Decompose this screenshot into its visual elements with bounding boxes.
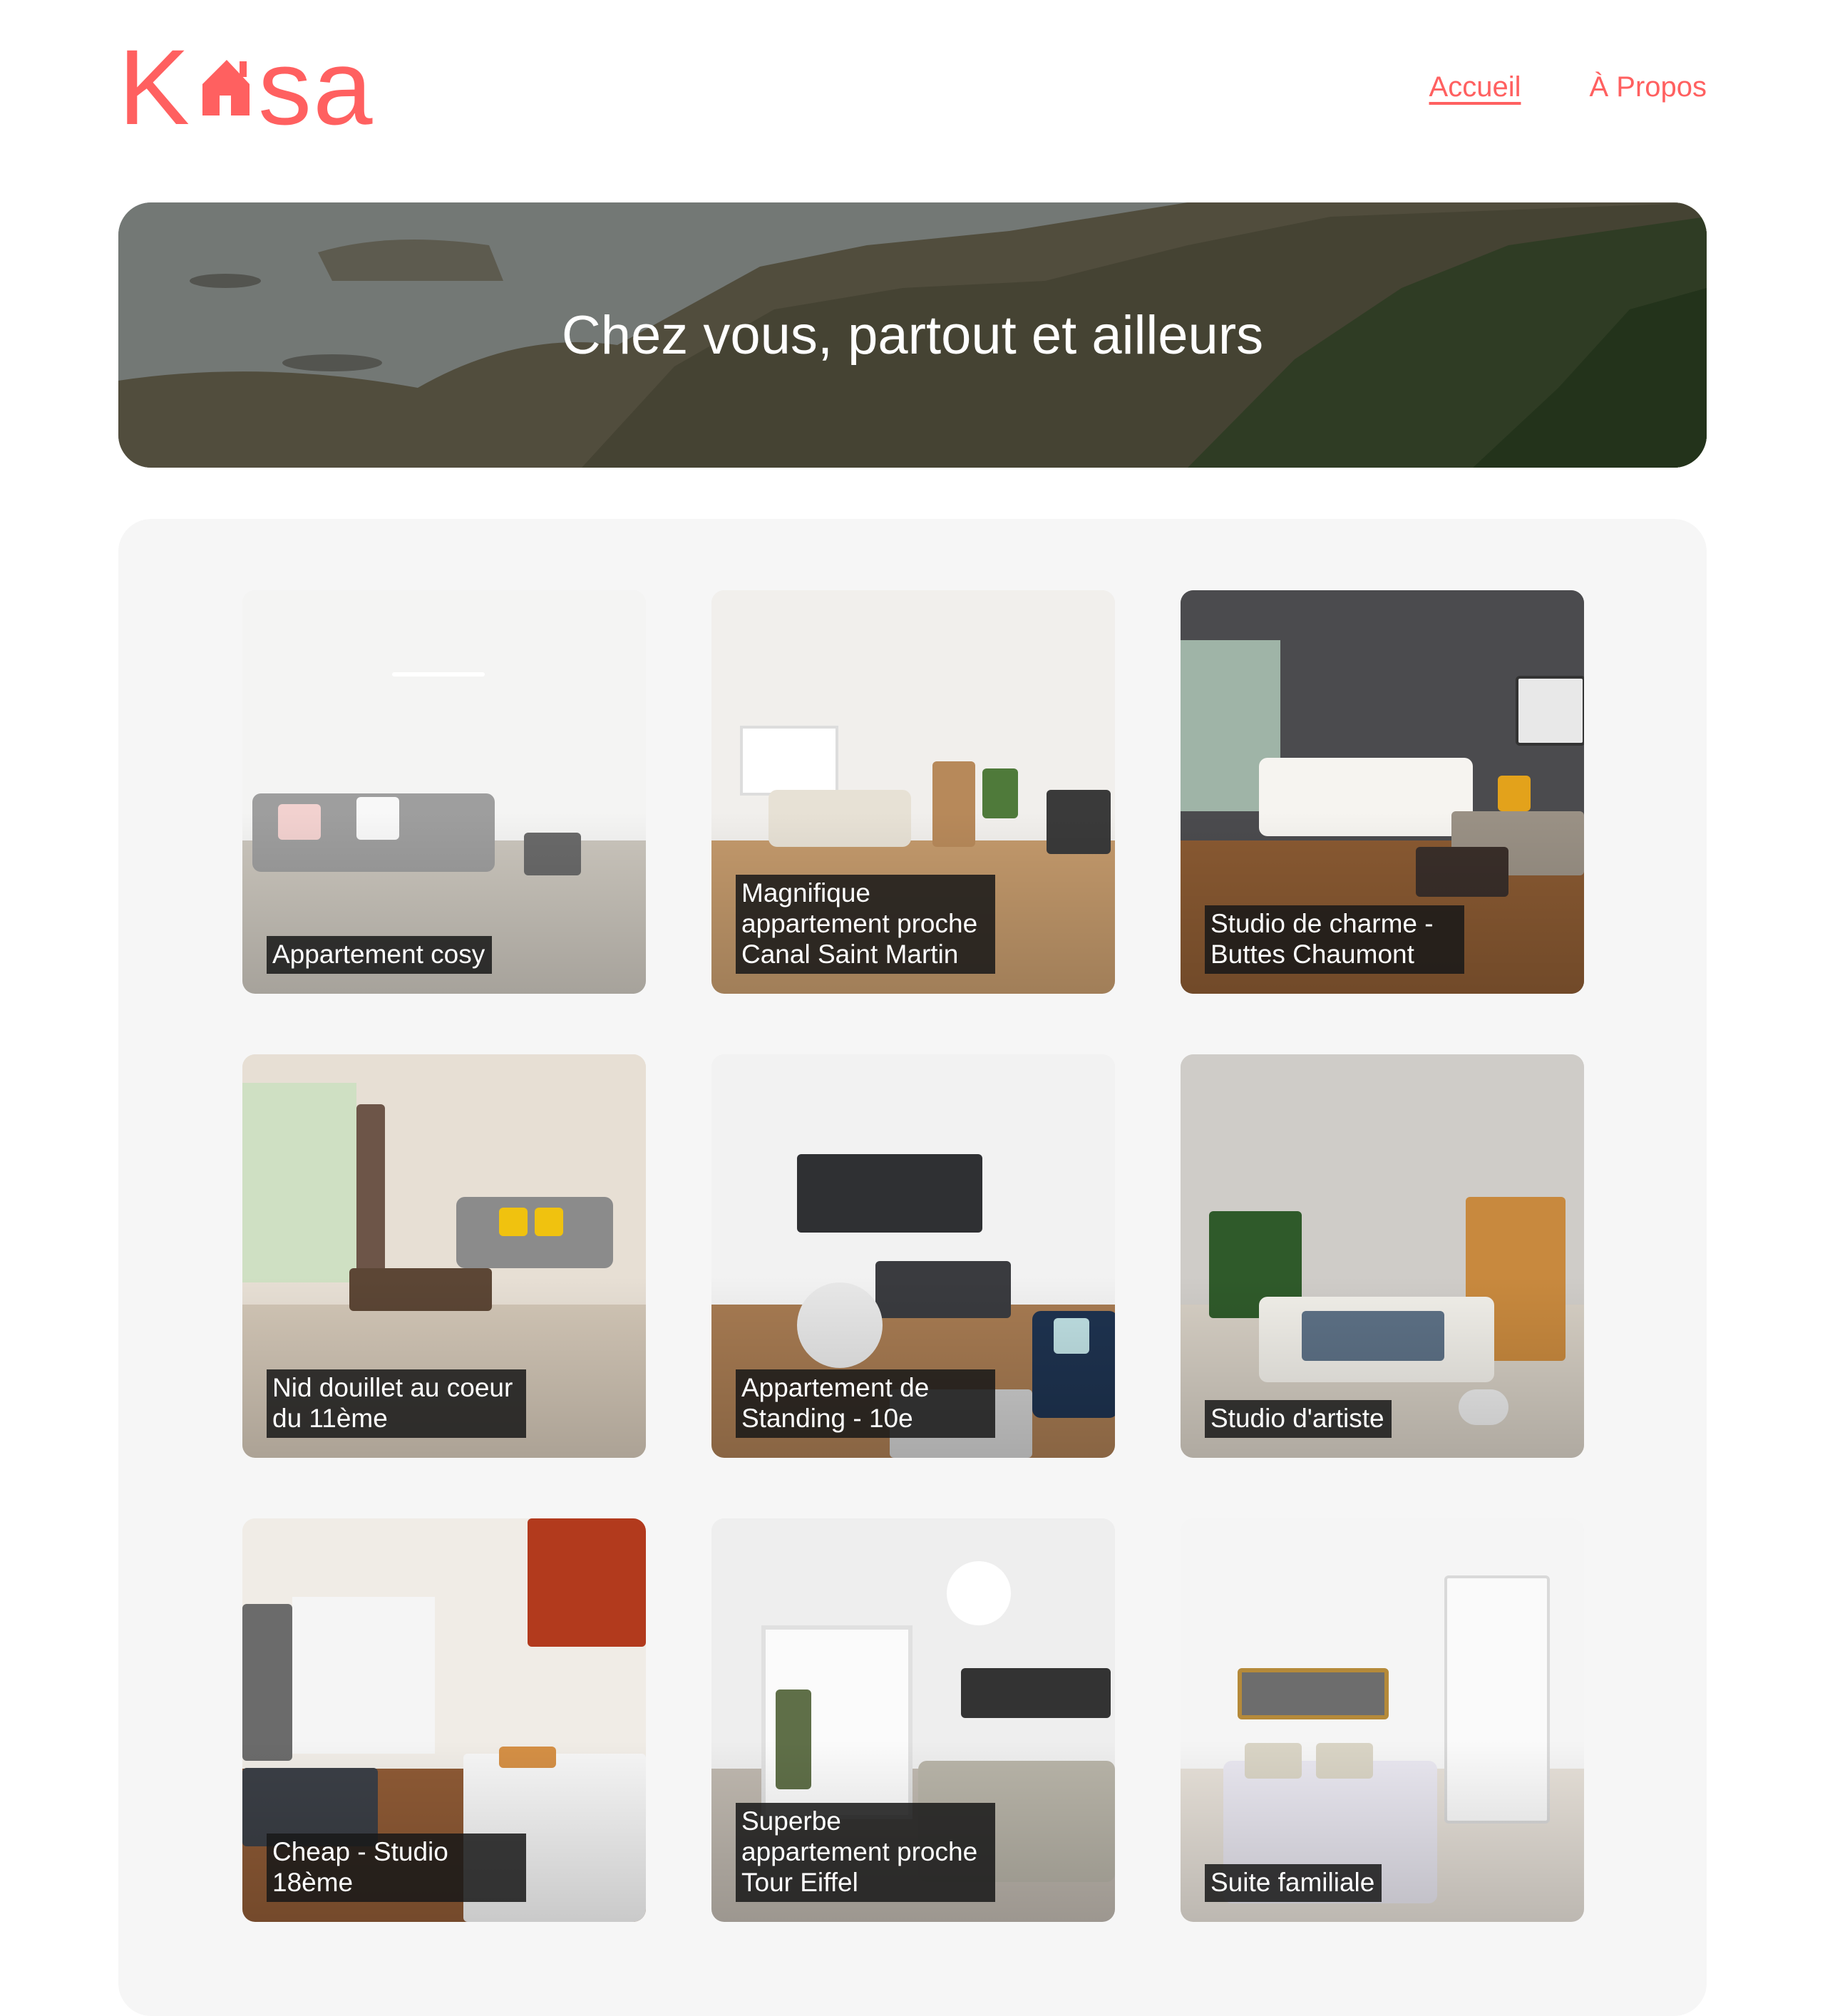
banner-title: Chez vous, partout et ailleurs xyxy=(561,304,1264,366)
card-cheap-studio[interactable]: Cheap - Studio 18ème xyxy=(242,1518,646,1922)
card-appartement-cosy[interactable]: Appartement cosy xyxy=(242,590,646,994)
card-title: Superbe appartement proche Tour Eiffel xyxy=(736,1803,995,1902)
card-tour-eiffel[interactable]: Superbe appartement proche Tour Eiffel xyxy=(711,1518,1115,1922)
hero-banner: Chez vous, partout et ailleurs xyxy=(118,202,1707,468)
card-photo xyxy=(1181,1054,1584,1458)
card-buttes-chaumont[interactable]: Studio de charme - Buttes Chaumont xyxy=(1181,590,1584,994)
logo-letters-sa: sa xyxy=(258,27,374,147)
card-title: Appartement de Standing - 10e xyxy=(736,1369,995,1438)
house-icon xyxy=(202,60,250,115)
card-standing-10e[interactable]: Appartement de Standing - 10e xyxy=(711,1054,1115,1458)
card-suite-familiale[interactable]: Suite familiale xyxy=(1181,1518,1584,1922)
card-nid-douillet[interactable]: Nid douillet au coeur du 11ème xyxy=(242,1054,646,1458)
nav-link-accueil[interactable]: Accueil xyxy=(1429,71,1521,103)
nav-link-a-propos[interactable]: À Propos xyxy=(1589,71,1707,103)
card-title: Cheap - Studio 18ème xyxy=(267,1834,526,1902)
card-title: Magnifique appartement proche Canal Sain… xyxy=(736,875,995,974)
main-nav: Accueil À Propos xyxy=(1429,71,1707,103)
card-title: Suite familiale xyxy=(1205,1864,1382,1902)
card-photo xyxy=(242,590,646,994)
gallery: Appartement cosy Magnifique appartement … xyxy=(118,519,1707,2016)
card-title: Nid douillet au coeur du 11ème xyxy=(267,1369,526,1438)
card-title: Studio d'artiste xyxy=(1205,1400,1392,1438)
kasa-logo[interactable]: K sa xyxy=(118,27,374,147)
card-title: Studio de charme - Buttes Chaumont xyxy=(1205,905,1464,974)
card-studio-artiste[interactable]: Studio d'artiste xyxy=(1181,1054,1584,1458)
logo-letter-k: K xyxy=(118,27,192,147)
card-title: Appartement cosy xyxy=(267,936,493,974)
site-header: K sa Accueil À Propos xyxy=(118,27,1707,147)
card-canal-saint-martin[interactable]: Magnifique appartement proche Canal Sain… xyxy=(711,590,1115,994)
card-photo xyxy=(1181,1518,1584,1922)
